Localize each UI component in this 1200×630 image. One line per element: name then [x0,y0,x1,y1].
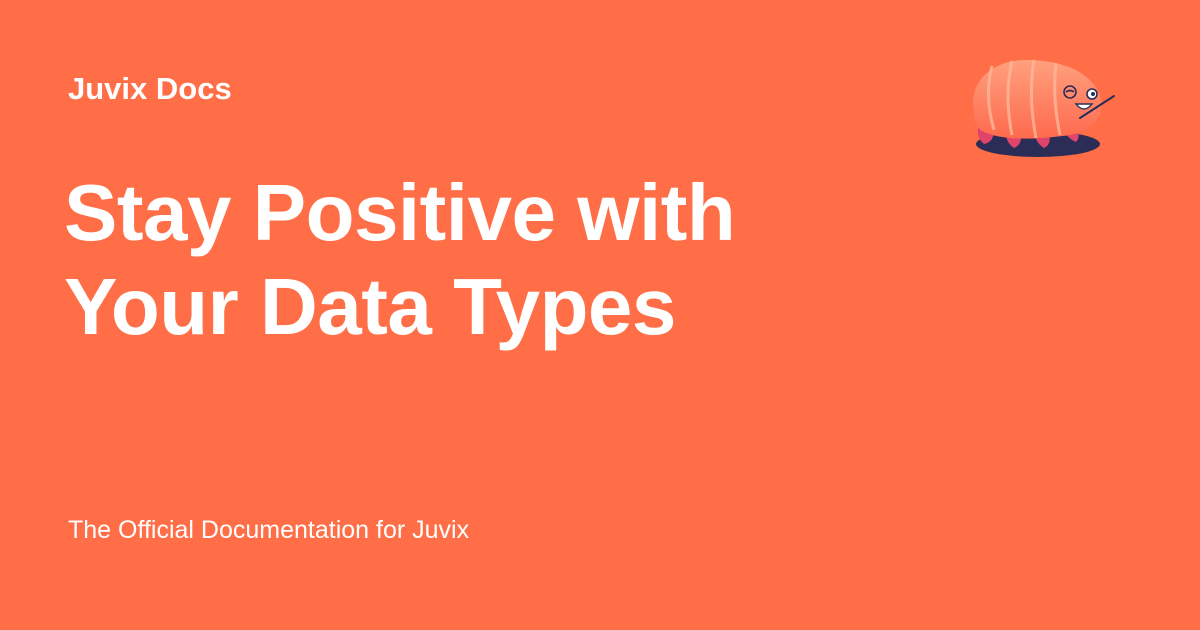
site-name: Juvix Docs [68,71,232,106]
site-description: The Official Documentation for Juvix [68,516,470,544]
page-title: Stay Positive with Your Data Types [64,166,924,354]
juvix-mascot-icon [973,59,1115,157]
social-card: Juvix Docs Stay Positive with Your Data … [0,0,1200,630]
page-title-line-1: Stay Positive with [64,168,736,257]
page-title-line-2: Your Data Types [64,262,676,351]
